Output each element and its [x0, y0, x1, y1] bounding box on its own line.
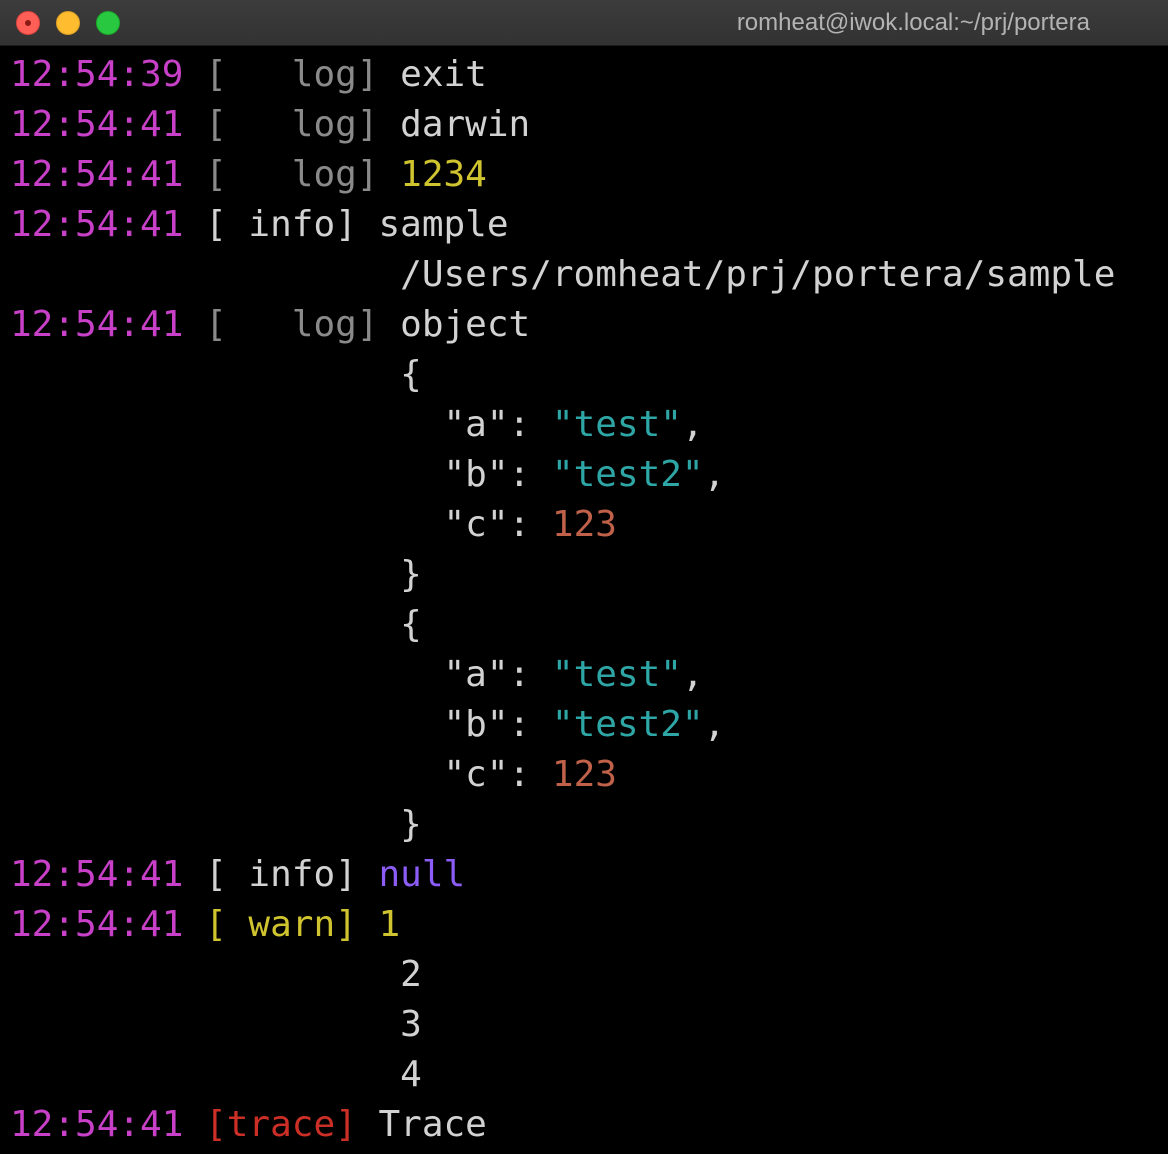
log-message: sample [378, 204, 509, 245]
json-colon: : [508, 654, 531, 695]
timestamp: 12:54:39 [10, 54, 184, 95]
json-colon: : [508, 454, 531, 495]
log-line: 12:54:41 [ warn] 1 [10, 900, 1160, 950]
json-colon: : [508, 404, 531, 445]
log-continuation-line: 2 [10, 950, 1160, 1000]
json-entry-line: "b": "test2", [10, 450, 1160, 500]
json-entry-line: "a": "test", [10, 400, 1160, 450]
log-line: 12:54:41 [ log] 1234 [10, 150, 1160, 200]
json-value: 123 [551, 504, 617, 545]
log-message: exit [400, 54, 487, 95]
terminal-output[interactable]: 12:54:39 [ log] exit 12:54:41 [ log] dar… [10, 50, 1160, 1150]
log-line: 12:54:41 [trace] Trace [10, 1100, 1160, 1150]
json-comma: , [703, 454, 726, 495]
json-brace: } [400, 804, 422, 845]
json-key: "b" [443, 704, 509, 745]
json-value: "test" [551, 654, 682, 695]
log-level: [ log] [205, 104, 379, 145]
json-colon: : [508, 754, 531, 795]
log-line: 12:54:41 [ log] darwin [10, 100, 1160, 150]
log-level: [trace] [205, 1104, 357, 1145]
json-key: "a" [443, 654, 509, 695]
json-comma: , [681, 654, 704, 695]
log-level: [ log] [205, 154, 379, 195]
log-message: Trace [378, 1104, 487, 1145]
log-message: null [378, 854, 466, 895]
log-level: [ log] [205, 304, 379, 345]
json-brace: { [400, 604, 422, 645]
timestamp: 12:54:41 [10, 854, 184, 895]
close-window-button[interactable] [16, 11, 40, 35]
log-message: 1234 [400, 154, 487, 195]
timestamp: 12:54:41 [10, 1104, 184, 1145]
json-value: "test" [551, 404, 682, 445]
log-continuation-line: 3 [10, 1000, 1160, 1050]
json-value: "test2" [551, 454, 704, 495]
log-line: 12:54:41 [ info] null [10, 850, 1160, 900]
timestamp: 12:54:41 [10, 104, 184, 145]
log-continuation-line: } [10, 800, 1160, 850]
json-colon: : [508, 504, 531, 545]
json-key: "b" [443, 454, 509, 495]
log-message: darwin [400, 104, 531, 145]
log-continuation-line: } [10, 550, 1160, 600]
title-bar[interactable]: romheat@iwok.local:~/prj/portera [0, 0, 1168, 46]
log-continuation-line: { [10, 350, 1160, 400]
timestamp: 12:54:41 [10, 154, 184, 195]
log-message: /Users/romheat/prj/portera/sample [400, 254, 1116, 295]
log-continuation-line: /Users/romheat/prj/portera/sample [10, 250, 1160, 300]
json-entry-line: "b": "test2", [10, 700, 1160, 750]
terminal-window: romheat@iwok.local:~/prj/portera 12:54:3… [0, 0, 1168, 1154]
log-level: [ info] [205, 204, 357, 245]
json-brace: } [400, 554, 422, 595]
timestamp: 12:54:41 [10, 204, 184, 245]
zoom-window-button[interactable] [96, 11, 120, 35]
json-comma: , [681, 404, 704, 445]
log-message: 3 [400, 1004, 422, 1045]
timestamp: 12:54:41 [10, 904, 184, 945]
log-message: 2 [400, 954, 422, 995]
log-continuation-line: 4 [10, 1050, 1160, 1100]
json-brace: { [400, 354, 422, 395]
timestamp: 12:54:41 [10, 304, 184, 345]
log-level: [ log] [205, 54, 379, 95]
json-value: "test2" [551, 704, 704, 745]
json-key: "c" [443, 754, 509, 795]
log-line: 12:54:41 [ info] sample [10, 200, 1160, 250]
json-entry-line: "c": 123 [10, 750, 1160, 800]
log-line: 12:54:41 [ log] object [10, 300, 1160, 350]
json-value: 123 [551, 754, 617, 795]
log-level: [ info] [205, 854, 357, 895]
json-key: "a" [443, 404, 509, 445]
window-title: romheat@iwok.local:~/prj/portera [736, 9, 1090, 36]
json-comma: , [703, 704, 726, 745]
json-entry-line: "c": 123 [10, 500, 1160, 550]
log-message: object [400, 304, 531, 345]
json-entry-line: "a": "test", [10, 650, 1160, 700]
log-continuation-line: { [10, 600, 1160, 650]
json-key: "c" [443, 504, 509, 545]
minimize-window-button[interactable] [56, 11, 80, 35]
log-message: 4 [400, 1054, 422, 1095]
log-level: [ warn] [205, 904, 357, 945]
log-line: 12:54:39 [ log] exit [10, 50, 1160, 100]
log-message: 1 [378, 904, 401, 945]
json-colon: : [508, 704, 531, 745]
